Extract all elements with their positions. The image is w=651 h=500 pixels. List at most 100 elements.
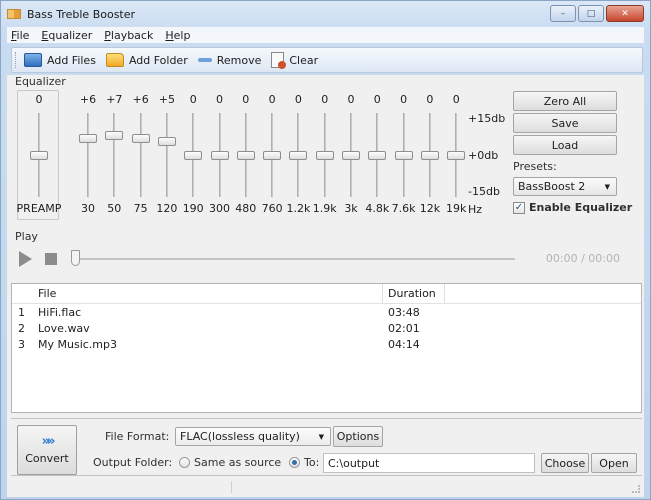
menu-playback[interactable]: Playback [104,29,153,42]
toolbar-grip[interactable] [15,52,18,68]
slider-thumb[interactable] [157,136,176,146]
save-button[interactable]: Save [513,113,617,133]
folder-icon [105,53,124,67]
menu-file-rest: ile [16,28,30,42]
slider-thumb[interactable] [30,150,48,160]
menu-help-mnemonic: H [165,28,174,42]
row-duration: 03:48 [388,306,420,319]
slider-thumb[interactable] [105,130,124,140]
slider-thumb[interactable] [131,133,150,143]
open-button[interactable]: Open [591,453,637,473]
toolbar: Add Files Add Folder Remove Clear [11,47,643,73]
slider-thumb[interactable] [263,150,282,160]
slider-thumb[interactable] [236,150,255,160]
equalizer-group-label: Equalizer [15,75,66,88]
slider-thumb[interactable] [368,150,387,160]
menu-equalizer[interactable]: Equalizer [41,29,92,42]
table-row[interactable]: 1 HiFi.flac 03:48 [12,305,641,321]
row-file: HiFi.flac [38,306,82,319]
window-title: Bass Treble Booster [27,7,136,21]
maximize-button[interactable]: □ [578,5,604,22]
convert-label: Convert [25,452,69,465]
menu-help[interactable]: Help [165,29,190,42]
clear-document-icon [271,52,287,69]
slider-track[interactable] [139,113,142,197]
convert-button[interactable]: »» Convert [17,425,77,475]
hz-label: Hz [468,203,483,216]
to-label[interactable]: To: [304,456,319,469]
menu-playback-mnemonic: P [104,28,111,42]
same-as-source-label[interactable]: Same as source [194,456,281,469]
add-files-button[interactable]: Add Files [24,53,96,67]
table-row[interactable]: 2 Love.wav 02:01 [12,321,641,337]
double-chevron-right-icon: »» [41,434,56,449]
row-file: Love.wav [38,322,90,335]
seek-track[interactable] [75,258,515,260]
slider-track[interactable] [113,113,116,197]
minimize-button[interactable]: – [550,5,576,22]
slider-thumb[interactable] [289,150,308,160]
title-bar[interactable]: Bass Treble Booster – □ ✕ [1,1,650,27]
file-format-selected: FLAC(lossless quality) [180,430,300,443]
db-top-label: +15db [468,112,506,125]
seek-thumb[interactable] [71,250,80,266]
enable-equalizer-label[interactable]: Enable Equalizer [529,201,632,214]
play-panel: Play 00:00 / 00:00 [7,230,644,277]
add-folder-label: Add Folder [128,53,188,67]
slider-thumb[interactable] [342,150,360,160]
slider-label: PREAMP [16,202,62,215]
row-file: My Music.mp3 [38,338,117,351]
same-as-source-radio[interactable] [179,457,190,468]
slider-thumb[interactable] [210,150,229,160]
slider-thumb[interactable] [184,150,203,160]
presets-label: Presets: [513,160,557,173]
slider-track[interactable] [165,113,168,197]
column-separator[interactable] [382,284,383,304]
time-display: 00:00 / 00:00 [545,252,620,265]
row-duration: 02:01 [388,322,420,335]
to-radio[interactable] [289,457,300,468]
app-icon [7,9,21,19]
slider-track[interactable] [87,113,89,197]
slider-thumb[interactable] [420,150,439,160]
slider-thumb[interactable] [315,150,334,160]
row-index: 2 [18,322,25,335]
db-bottom-label: -15db [468,185,500,198]
options-button[interactable]: Options [333,426,383,447]
add-files-icon [24,53,42,67]
file-format-dropdown[interactable]: FLAC(lossless quality) ▼ [175,427,331,446]
column-separator[interactable] [444,284,445,304]
zero-all-button[interactable]: Zero All [513,91,617,111]
load-button[interactable]: Load [513,135,617,155]
menu-bar: File Equalizer Playback Help [7,27,644,43]
column-header-duration[interactable]: Duration [384,284,436,304]
presets-selected: BassBoost 2 [518,180,586,193]
menu-file[interactable]: File [11,29,29,42]
slider-thumb[interactable] [394,150,413,160]
stop-icon[interactable] [45,253,57,265]
play-group-label: Play [15,230,38,243]
close-button[interactable]: ✕ [606,5,644,22]
slider-thumb[interactable] [79,133,97,143]
table-row[interactable]: 3 My Music.mp3 04:14 [12,337,641,353]
choose-button[interactable]: Choose [541,453,589,473]
status-bar [11,479,642,495]
chevron-down-icon: ▼ [604,182,610,191]
remove-button[interactable]: Remove [197,54,261,67]
presets-dropdown[interactable]: BassBoost 2 ▼ [513,177,617,196]
play-icon[interactable] [19,251,32,267]
column-header-file[interactable]: File [34,284,56,304]
clear-button[interactable]: Clear [271,52,318,69]
resize-grip[interactable] [632,485,640,493]
enable-equalizer-checkbox[interactable]: ✓ [513,202,525,214]
menu-equalizer-rest: qualizer [48,28,93,42]
output-path-value: C:\output [328,456,380,470]
main-panel: Equalizer 0 PREAMP +6 30 +7 50 +6 75 +5 120 0 190 0 3… [7,75,644,497]
minus-icon [197,58,212,62]
slider-thumb[interactable] [447,150,466,160]
file-list[interactable]: File Duration 1 HiFi.flac 03:48 2 Love.w… [11,283,642,413]
slider-value: 0 [452,93,460,106]
status-separator [231,481,232,493]
add-folder-button[interactable]: Add Folder [105,53,188,67]
output-path-input[interactable]: C:\output [323,453,535,473]
